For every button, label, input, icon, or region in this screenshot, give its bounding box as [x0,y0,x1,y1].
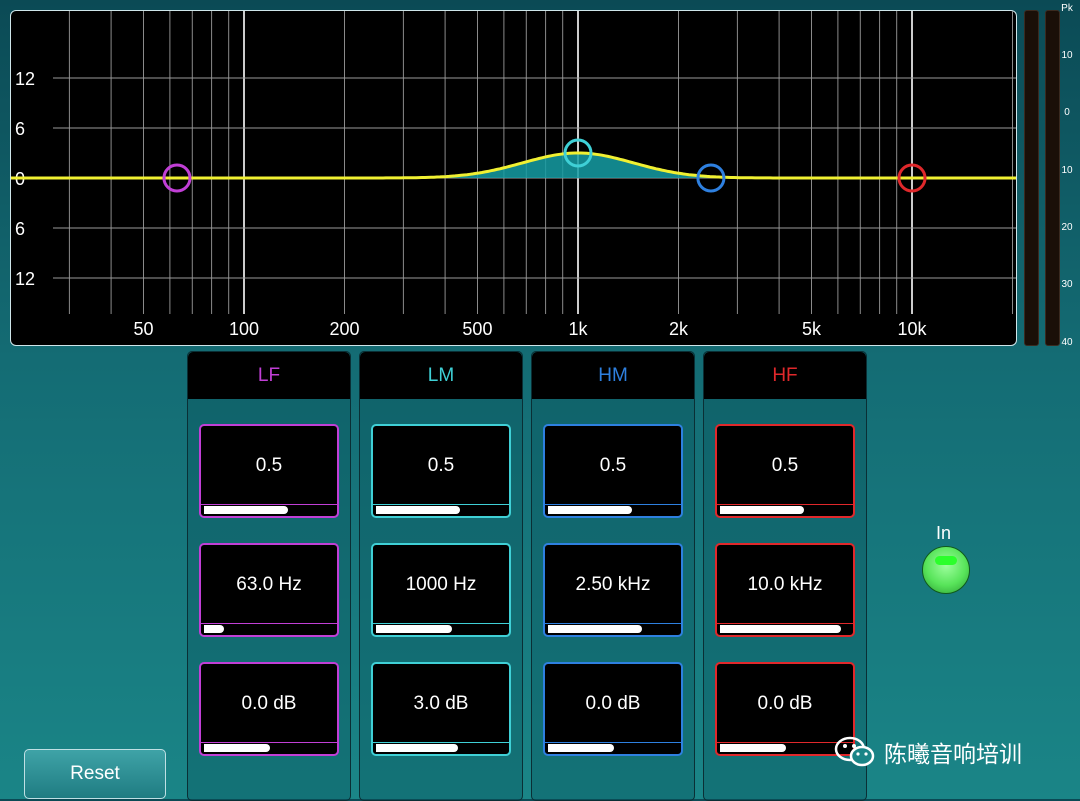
lf-freq-bar [204,625,224,633]
lm-q-track [373,504,509,505]
meter-label-30: 30 [1061,279,1073,290]
lm-gain-track [373,742,509,743]
lm-freq-control[interactable]: 1000 Hz [371,543,511,637]
eq-graph[interactable]: 12 6 0 6 12 50 100 200 500 1k 2k 5k 10k [10,10,1017,346]
band-lf-label: LF [188,352,350,399]
lf-gain-value: 0.0 dB [241,693,297,714]
hm-gain-value: 0.0 dB [585,693,641,714]
y-axis-label: 12 [15,269,35,289]
band-lm-label: LM [360,352,522,399]
hm-q-track [545,504,681,505]
hf-gain-track [717,742,853,743]
hm-q-bar [548,506,632,514]
in-led-indicator [935,556,957,565]
hm-freq-track [545,623,681,624]
lm-gain-control[interactable]: 3.0 dB [371,662,511,756]
band-hm-label: HM [532,352,694,399]
lf-q-control[interactable]: 0.5 [199,424,339,518]
band-hm: HM 0.5 2.50 kHz 0.0 dB [531,351,695,801]
meter-label-10-top: 10 [1061,50,1073,61]
reset-button[interactable]: Reset [24,749,166,799]
hf-freq-control[interactable]: 10.0 kHz [715,543,855,637]
lm-freq-track [373,623,509,624]
hf-freq-bar [720,625,841,633]
in-label: In [936,523,952,543]
x-axis-label: 200 [330,319,360,339]
eq-graph-canvas[interactable]: 126061250 100 200 500 1k 2k 5k 10k [11,11,1016,345]
hm-freq-value: 2.50 kHz [575,574,651,595]
y-axis-label: 12 [15,69,35,89]
eq-in-button[interactable] [922,546,970,594]
hf-gain-bar [720,744,786,752]
x-axis-label: 5k [802,319,822,339]
band-hf-label: HF [704,352,866,399]
hm-q-value: 0.5 [599,455,627,476]
meter-label-20: 20 [1061,222,1073,233]
hm-gain-control[interactable]: 0.0 dB [543,662,683,756]
level-meter-left [1024,10,1039,346]
hm-freq-bar [548,625,642,633]
y-axis-label: 6 [15,219,25,239]
hm-freq-control[interactable]: 2.50 kHz [543,543,683,637]
hf-gain-value: 0.0 dB [757,693,813,714]
hf-q-control[interactable]: 0.5 [715,424,855,518]
x-axis-label: 1k [568,319,588,339]
lf-freq-track [201,623,337,624]
x-axis-label: 100 [229,319,259,339]
lm-q-control[interactable]: 0.5 [371,424,511,518]
lf-gain-control[interactable]: 0.0 dB [199,662,339,756]
lf-freq-value: 63.0 Hz [236,574,302,595]
lm-gain-bar [376,744,458,752]
lf-gain-track [201,742,337,743]
x-axis-label: 2k [669,319,689,339]
hm-q-control[interactable]: 0.5 [543,424,683,518]
lm-freq-bar [376,625,452,633]
x-axis-label: 500 [462,319,492,339]
meter-label-40: 40 [1061,337,1073,348]
y-axis-label: 6 [15,119,25,139]
band-lm: LM 0.5 1000 Hz 3.0 dB [359,351,523,801]
lm-q-bar [376,506,460,514]
hf-q-bar [720,506,804,514]
lf-gain-bar [204,744,270,752]
hf-q-track [717,504,853,505]
watermark-text: 陈曦音响培训 [884,741,1022,767]
meter-label-pk: Pk [1061,3,1073,14]
lf-q-track [201,504,337,505]
meter-label-10: 10 [1061,165,1073,176]
hf-freq-value: 10.0 kHz [747,574,823,595]
lm-q-value: 0.5 [427,455,455,476]
hf-q-value: 0.5 [771,455,799,476]
hm-gain-track [545,742,681,743]
meter-label-0: 0 [1064,107,1070,118]
wechat-icon [834,736,875,767]
watermark: 陈曦音响培训 [834,734,1064,770]
hm-gain-bar [548,744,614,752]
x-axis-label: 10k [897,319,927,339]
lf-freq-control[interactable]: 63.0 Hz [199,543,339,637]
lm-gain-value: 3.0 dB [413,693,469,714]
lf-q-value: 0.5 [255,455,283,476]
band-lf: LF 0.5 63.0 Hz 0.0 dB [187,351,351,801]
hf-freq-track [717,623,853,624]
x-axis-label: 50 [133,319,153,339]
lm-freq-value: 1000 Hz [405,574,477,595]
lf-q-bar [204,506,288,514]
